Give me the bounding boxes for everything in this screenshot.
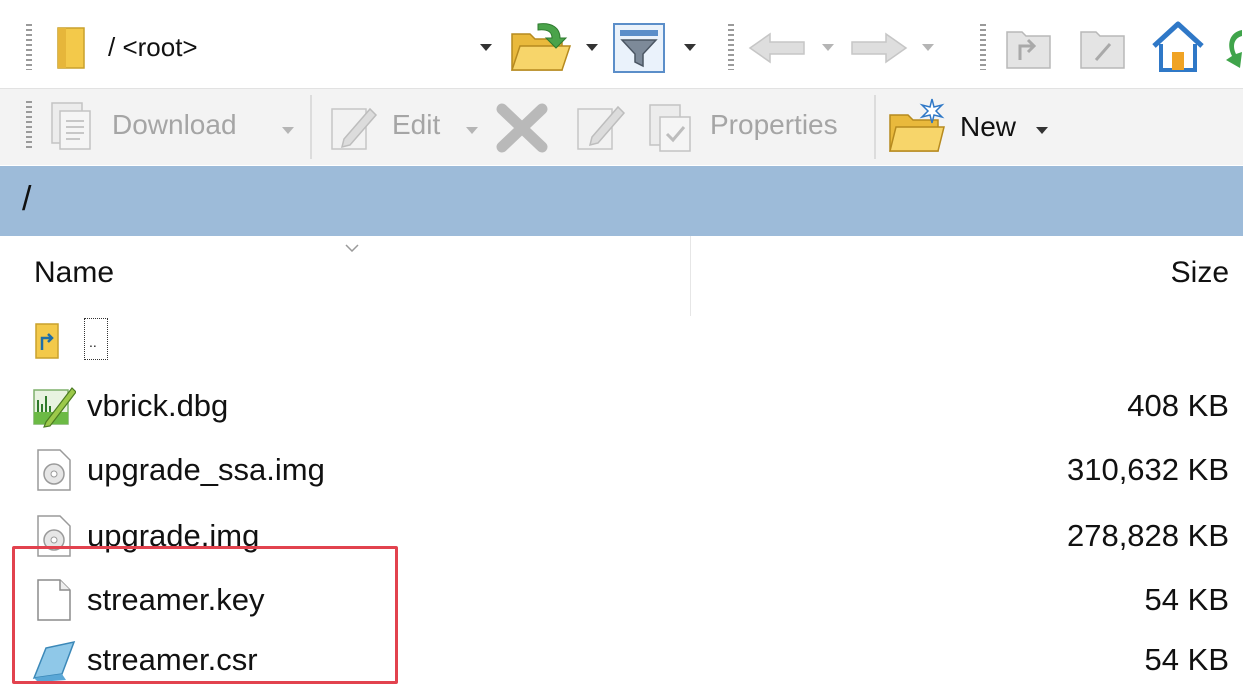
toolbar-grip[interactable] bbox=[980, 24, 986, 70]
actions-toolbar: Download Edit Properties New bbox=[0, 88, 1243, 165]
folder-icon bbox=[57, 27, 85, 69]
new-button[interactable]: New bbox=[960, 111, 1016, 143]
delete-icon[interactable] bbox=[496, 103, 548, 153]
new-dropdown-arrow[interactable] bbox=[1036, 127, 1048, 134]
edit-icon[interactable] bbox=[326, 101, 380, 155]
path-combobox[interactable]: / <root> bbox=[46, 22, 496, 74]
download-dropdown-arrow[interactable] bbox=[282, 127, 294, 134]
disc-image-icon bbox=[37, 449, 71, 491]
path-dropdown-arrow[interactable] bbox=[480, 44, 492, 51]
parent-folder-icon bbox=[35, 323, 59, 359]
toolbar-grip[interactable] bbox=[26, 24, 32, 70]
open-folder-icon[interactable] bbox=[508, 20, 572, 76]
address-toolbar: / <root> bbox=[0, 0, 1243, 88]
column-divider[interactable] bbox=[690, 236, 691, 316]
list-item[interactable]: upgrade_ssa.img 310,632 KB bbox=[0, 440, 1243, 498]
toolbar-separator bbox=[310, 95, 312, 159]
back-arrow-icon[interactable] bbox=[746, 30, 810, 66]
file-name: upgrade_ssa.img bbox=[87, 452, 325, 487]
highlight-annotation-box bbox=[12, 546, 398, 684]
properties-button[interactable]: Properties bbox=[710, 109, 838, 141]
filter-dropdown-arrow[interactable] bbox=[684, 44, 696, 51]
properties-icon[interactable] bbox=[644, 101, 698, 155]
new-folder-icon[interactable] bbox=[886, 97, 948, 155]
rename-icon[interactable] bbox=[572, 101, 628, 155]
edit-dropdown-arrow[interactable] bbox=[466, 127, 478, 134]
forward-arrow-icon[interactable] bbox=[846, 30, 910, 66]
download-button[interactable]: Download bbox=[112, 109, 237, 141]
file-size: 278,828 KB bbox=[1066, 518, 1229, 553]
open-folder-dropdown-arrow[interactable] bbox=[586, 44, 598, 51]
chart-file-icon bbox=[33, 387, 76, 428]
filter-icon[interactable] bbox=[612, 22, 666, 74]
back-dropdown-arrow[interactable] bbox=[822, 44, 834, 51]
root-directory-icon[interactable] bbox=[1078, 24, 1128, 72]
sort-indicator-icon bbox=[345, 244, 359, 252]
list-item-parent-directory[interactable]: .. bbox=[0, 310, 1243, 368]
file-size: 310,632 KB bbox=[1066, 452, 1229, 487]
parent-directory-icon[interactable] bbox=[1004, 24, 1054, 72]
parent-directory-label: .. bbox=[84, 318, 108, 360]
toolbar-grip[interactable] bbox=[728, 24, 734, 70]
download-icon[interactable] bbox=[46, 99, 100, 153]
forward-dropdown-arrow[interactable] bbox=[922, 44, 934, 51]
column-header-name[interactable]: Name bbox=[34, 256, 114, 290]
file-size: 54 KB bbox=[1144, 582, 1229, 617]
column-header-size[interactable]: Size bbox=[1171, 256, 1229, 290]
file-size: 54 KB bbox=[1144, 642, 1229, 677]
path-combobox-value: / <root> bbox=[108, 32, 198, 62]
current-path-text: / bbox=[22, 180, 32, 218]
file-size: 408 KB bbox=[1127, 388, 1229, 423]
edit-button[interactable]: Edit bbox=[392, 109, 440, 141]
home-icon[interactable] bbox=[1150, 20, 1206, 74]
current-path-bar: / bbox=[0, 166, 1243, 236]
toolbar-separator bbox=[874, 95, 876, 159]
list-item[interactable]: vbrick.dbg 408 KB bbox=[0, 376, 1243, 434]
file-name: vbrick.dbg bbox=[87, 388, 229, 423]
refresh-icon[interactable] bbox=[1222, 24, 1243, 74]
toolbar-grip[interactable] bbox=[26, 101, 32, 149]
